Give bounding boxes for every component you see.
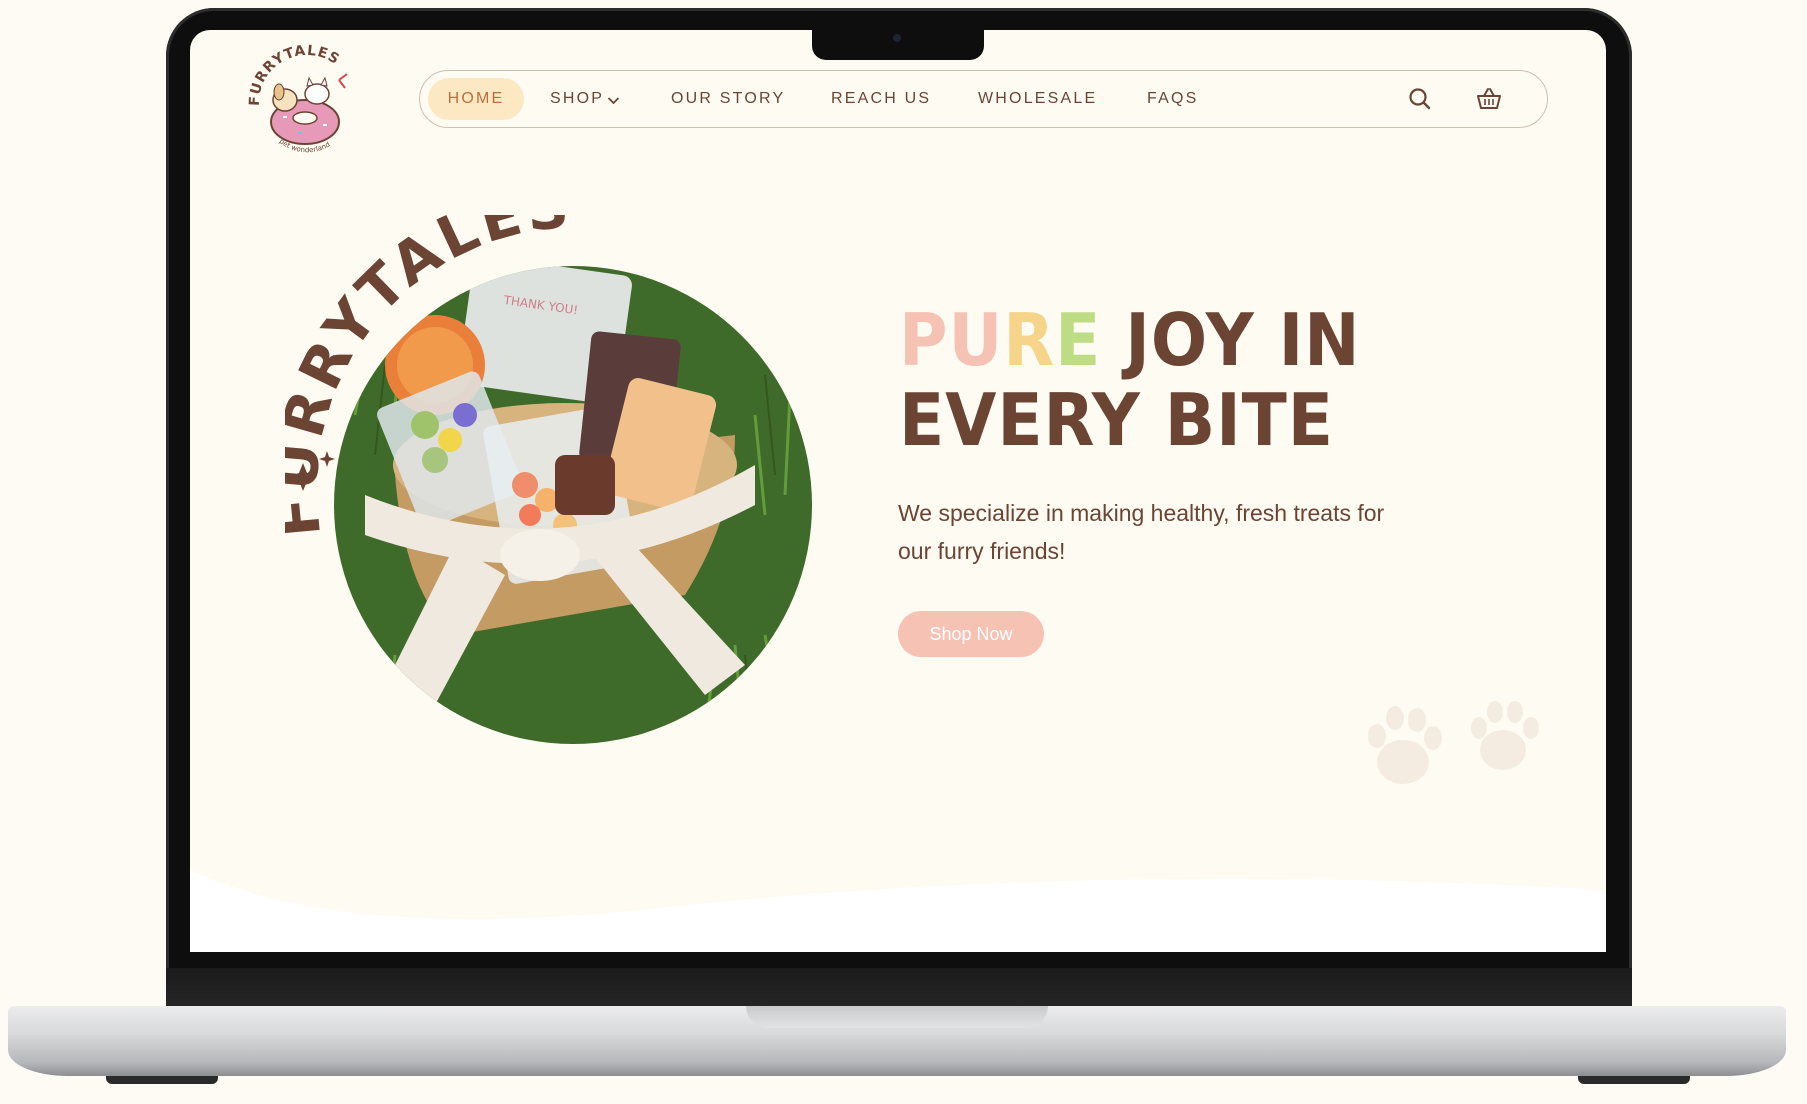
- nav-shop[interactable]: SHOP: [550, 71, 620, 126]
- hero-image: FURRYTALES THANK YOU!: [285, 215, 812, 744]
- hero-headline: PURE JOY IN EVERY BITE: [899, 300, 1414, 460]
- search-icon[interactable]: [1406, 85, 1434, 113]
- nav-shop-label: SHOP: [550, 90, 605, 107]
- laptop-foot-right: [1578, 1076, 1690, 1084]
- headline-letter: R: [1003, 298, 1056, 382]
- nav-wholesale[interactable]: WHOLESALE: [978, 71, 1097, 126]
- trackpad-notch: [746, 1006, 1048, 1028]
- nav-faqs[interactable]: FAQS: [1147, 71, 1198, 126]
- headline-line1-rest: JOY IN: [1125, 298, 1361, 382]
- paw-icon: [1471, 701, 1539, 770]
- basket-icon[interactable]: [1475, 85, 1503, 113]
- headline-line2: EVERY BITE: [899, 378, 1334, 462]
- brand-logo[interactable]: FURRYTALES pet wonderland: [243, 44, 369, 162]
- main-navigation: HOME SHOP OUR STORY REACH US WHOLESALE F…: [419, 70, 1548, 128]
- nav-our-story[interactable]: OUR STORY: [671, 71, 785, 126]
- headline-letter: E: [1055, 298, 1102, 382]
- nav-home[interactable]: HOME: [428, 78, 524, 120]
- bottom-wave: [190, 870, 1606, 952]
- hero-subtitle: We specialize in making healthy, fresh t…: [898, 500, 1385, 564]
- shop-now-button[interactable]: Shop Now: [898, 611, 1044, 657]
- camera-icon: [893, 34, 901, 42]
- lower-bezel: [166, 968, 1632, 1008]
- laptop-foot-left: [106, 1076, 218, 1084]
- treat-basket-photo: THANK YOU!: [334, 266, 812, 744]
- headline-letter: P: [899, 298, 949, 382]
- paw-prints-decoration: [1368, 701, 1539, 784]
- nav-reach-us[interactable]: REACH US: [831, 71, 931, 126]
- paw-icon: [1368, 706, 1442, 784]
- chevron-down-icon: [608, 97, 620, 105]
- headline-letter: U: [948, 298, 1004, 382]
